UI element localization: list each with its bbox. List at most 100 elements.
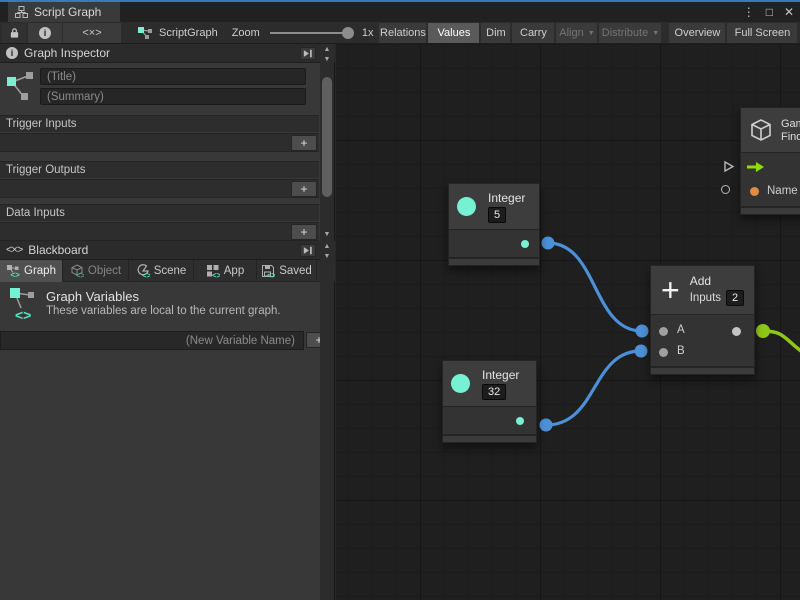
blackboard-panel: <×> Blackboard <> Graph <> Object <> Sce… [0, 241, 335, 600]
input-port-a[interactable] [659, 327, 668, 336]
inputs-count-field[interactable]: 2 [726, 290, 744, 306]
node-footer [449, 257, 539, 265]
editor-tab-bar: Script Graph ⋮ □ ✕ [0, 2, 800, 22]
dock-button[interactable] [300, 47, 316, 60]
sidebar: i Graph Inspector Trigger Inputs + Trigg… [0, 44, 335, 600]
chevron-down-icon: ▼ [652, 30, 659, 37]
tab-script-graph[interactable]: Script Graph [8, 2, 120, 22]
app-tab-icon: <> [206, 264, 220, 278]
summary-field[interactable] [40, 88, 306, 105]
zoom-slider[interactable] [270, 32, 354, 34]
zoom-slider-handle[interactable] [342, 27, 354, 39]
add-data-input-button[interactable]: + [291, 224, 317, 240]
trigger-input-port-icon[interactable] [747, 161, 765, 173]
integer-value-field[interactable]: 5 [488, 207, 506, 223]
wire-integer32-to-add-b [546, 351, 641, 425]
output-port[interactable] [521, 240, 529, 248]
full-screen-button[interactable]: Full Screen [727, 23, 797, 43]
node-title: Find [781, 131, 800, 143]
title-field[interactable] [40, 68, 306, 85]
lock-button[interactable] [2, 23, 26, 43]
node-footer [651, 366, 754, 374]
unit-options-button[interactable]: <×> [63, 23, 121, 43]
graph-toolbar: i <×> ScriptGraph Zoom 1x Relations Valu… [0, 22, 800, 44]
window-menu-icon[interactable]: ⋮ [743, 5, 755, 19]
integer-type-icon [451, 374, 470, 393]
output-port[interactable] [732, 327, 741, 336]
distribute-button[interactable]: Distribute▼ [599, 23, 661, 43]
graph-variable-icon [6, 70, 36, 104]
saved-tab-icon: <> [261, 264, 275, 278]
tab-saved[interactable]: <> Saved [257, 260, 317, 282]
script-graph-window: Script Graph ⋮ □ ✕ i <×> ScriptGraph Zoo… [0, 0, 800, 600]
scroll-up-icon[interactable]: ▲ [320, 45, 334, 54]
maximize-icon[interactable]: □ [766, 5, 773, 19]
info-icon: i [6, 47, 18, 59]
scroll-down-icon[interactable]: ▼ [320, 230, 334, 239]
dock-button[interactable] [300, 244, 316, 257]
integer-value-field[interactable]: 32 [482, 384, 506, 400]
wire-endpoint [635, 345, 648, 358]
data-inputs-list: + [0, 222, 319, 241]
add-icon: + [661, 275, 680, 305]
svg-text:<>: <> [267, 271, 275, 278]
wire-endpoint [756, 324, 770, 338]
chevron-down-icon: ▼ [588, 30, 595, 37]
values-button[interactable]: Values [428, 23, 479, 43]
trigger-inputs-list: + [0, 133, 319, 152]
dim-button[interactable]: Dim [481, 23, 510, 43]
output-port[interactable] [516, 417, 524, 425]
blackboard-header[interactable]: <×> Blackboard [0, 241, 335, 260]
wire-endpoint [540, 419, 553, 432]
svg-text:<>: <> [76, 271, 84, 278]
toolbar-buttons: Relations Values Dim Carry Align▼ Distri… [379, 23, 799, 43]
node-title: Add [690, 274, 744, 288]
graph-inspector-header[interactable]: i Graph Inspector [0, 44, 335, 63]
blackboard-scrollbar[interactable]: ▲ ▼ [320, 241, 334, 600]
graph-inspector-panel: i Graph Inspector Trigger Inputs + Trigg… [0, 44, 335, 241]
inputs-label: Inputs [690, 292, 721, 304]
scrollbar-thumb[interactable] [322, 77, 332, 197]
node-footer [741, 206, 800, 214]
data-inputs-label: Data Inputs [0, 204, 319, 221]
trigger-outputs-list: + [0, 179, 319, 198]
inspector-scrollbar[interactable]: ▲ ▼ ▼ [320, 44, 334, 241]
trigger-inputs-label: Trigger Inputs [0, 115, 319, 132]
overview-button[interactable]: Overview [669, 23, 725, 43]
scene-tab-icon: <> [136, 264, 150, 278]
node-integer-5[interactable]: Integer 5 [448, 183, 540, 266]
node-integer-32[interactable]: Integer 32 [442, 360, 537, 443]
inspect-button[interactable]: i [28, 23, 62, 43]
relations-button[interactable]: Relations [379, 23, 426, 43]
svg-text:<>: <> [142, 271, 150, 278]
new-variable-input[interactable] [0, 331, 304, 350]
graph-canvas[interactable]: Integer 5 Integer 32 [336, 44, 800, 600]
scroll-down-icon[interactable]: ▼ [320, 55, 334, 64]
input-port-b[interactable] [659, 348, 668, 357]
node-add[interactable]: + Add Inputs 2 A B [650, 265, 755, 375]
tab-scene[interactable]: <> Scene [129, 260, 194, 282]
blackboard-title: Blackboard [28, 243, 88, 257]
graph-tab-icon: <> [6, 264, 20, 278]
tab-object[interactable]: <> Object [63, 260, 129, 282]
add-trigger-input-button[interactable]: + [291, 135, 317, 151]
add-trigger-output-button[interactable]: + [291, 181, 317, 197]
name-input-port[interactable] [750, 187, 759, 196]
close-icon[interactable]: ✕ [784, 5, 794, 19]
align-button[interactable]: Align▼ [556, 23, 597, 43]
object-tab-icon: <> [70, 264, 84, 278]
trigger-outputs-label: Trigger Outputs [0, 161, 319, 178]
carry-button[interactable]: Carry [512, 23, 554, 43]
scroll-up-icon[interactable]: ▲ [320, 242, 334, 251]
window-controls: ⋮ □ ✕ [743, 2, 794, 22]
graph-variables-title: Graph Variables [46, 289, 139, 304]
tab-app[interactable]: <> App [194, 260, 257, 282]
zoom-label: Zoom [232, 27, 260, 39]
node-gameobject-find[interactable]: GameObject Find Name [740, 107, 800, 215]
wire-endpoint [636, 325, 649, 338]
hierarchy-icon [15, 6, 28, 18]
zoom-value: 1x [362, 27, 374, 39]
lock-icon [9, 27, 20, 39]
tab-graph[interactable]: <> Graph [0, 260, 63, 282]
scroll-down-icon[interactable]: ▼ [320, 252, 334, 261]
